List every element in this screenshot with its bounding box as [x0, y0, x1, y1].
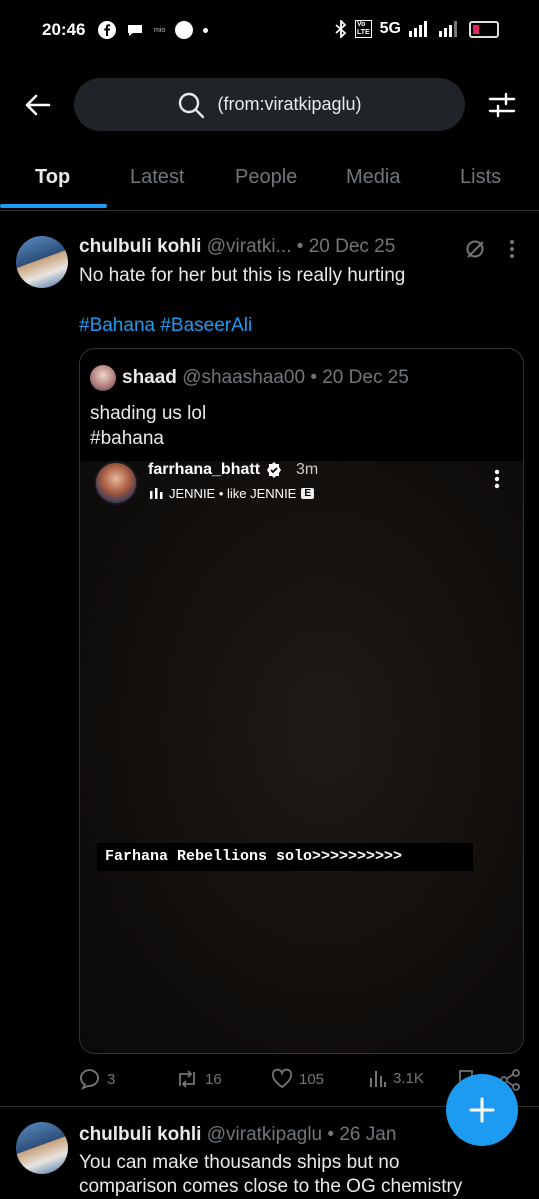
- heart-icon: [271, 1068, 293, 1089]
- notification-icons: mio: [98, 21, 209, 39]
- tweet-text-line: comparison comes close to the OG chemist…: [79, 1176, 463, 1197]
- video-media[interactable]: farrhana_bhatt 3m JENNIE • like JENNIE E…: [80, 461, 523, 1053]
- quoted-hashtag: #bahana: [90, 428, 164, 449]
- app-label: mio: [154, 26, 166, 34]
- tab-media[interactable]: Media: [346, 166, 400, 189]
- search-header: (from:viratkipaglu): [0, 70, 539, 140]
- song-title: JENNIE • like JENNIE: [169, 486, 297, 501]
- story-avatar: [94, 461, 138, 505]
- grok-icon[interactable]: [464, 238, 486, 260]
- like-count: 105: [299, 1070, 325, 1088]
- search-icon: [179, 92, 205, 118]
- avatar: [90, 365, 116, 391]
- volte-icon: Vo LTE: [354, 20, 372, 38]
- handle[interactable]: @viratkipaglu: [207, 1124, 322, 1145]
- quoted-tweet-header: shaad @shaashaa00 • 20 Dec 25: [122, 367, 409, 389]
- record-icon: [175, 21, 194, 39]
- display-name: shaad: [122, 367, 177, 388]
- display-name[interactable]: chulbuli kohli: [79, 1124, 201, 1145]
- avatar[interactable]: [16, 236, 68, 288]
- filter-settings-icon[interactable]: [487, 90, 517, 120]
- explicit-badge: E: [301, 488, 315, 499]
- active-tab-indicator: [0, 204, 107, 208]
- signal-icon: [409, 21, 427, 37]
- repost-count: 16: [205, 1070, 222, 1088]
- audio-bars-icon: [150, 487, 163, 499]
- video-caption: Farhana Rebellions solo>>>>>>>>>>: [97, 843, 473, 871]
- status-bar: 20:46 mio Vo LTE 5G: [0, 0, 539, 62]
- reply-icon: [80, 1069, 99, 1090]
- tweet-date: • 20 Dec 25: [296, 236, 396, 257]
- story-song: JENNIE • like JENNIE E: [150, 486, 315, 501]
- plus-icon: [469, 1097, 495, 1123]
- tweet-text: No hate for her but this is really hurti…: [79, 265, 406, 286]
- repost-button[interactable]: 16: [175, 1068, 222, 1090]
- story-more-icon: [494, 469, 500, 489]
- story-username: farrhana_bhatt: [148, 461, 261, 478]
- handle[interactable]: @viratki...: [207, 236, 292, 257]
- reply-button[interactable]: 3: [79, 1068, 115, 1090]
- quoted-text-line: shading us lol: [90, 403, 207, 424]
- bluetooth-icon: [335, 20, 347, 38]
- search-tabs: Top Latest People Media Lists: [0, 150, 539, 211]
- tweet-header: chulbuli kohli @viratkipaglu • 26 Jan: [79, 1124, 396, 1146]
- views-button[interactable]: 3.1K: [369, 1068, 424, 1088]
- status-time: 20:46: [42, 20, 86, 39]
- views-chart-icon: [370, 1071, 386, 1087]
- tweet-date: • 20 Dec 25: [310, 367, 409, 388]
- signal-icon-2: [439, 21, 457, 37]
- tab-people[interactable]: People: [235, 166, 297, 189]
- network-type: 5G: [379, 20, 401, 37]
- tab-latest[interactable]: Latest: [130, 166, 184, 189]
- tab-lists[interactable]: Lists: [460, 166, 501, 189]
- verified-badge-icon: [267, 462, 282, 478]
- search-query: (from:viratkipaglu): [217, 94, 362, 114]
- more-options-icon[interactable]: [508, 238, 516, 260]
- reply-count: 3: [107, 1070, 116, 1088]
- repost-icon: [179, 1070, 195, 1088]
- facebook-icon: [98, 21, 116, 39]
- chat-bubble-icon: [128, 25, 142, 36]
- handle: @shaashaa00: [182, 367, 306, 388]
- battery-icon: [469, 20, 499, 38]
- tweet-text-line: You can make thousands ships but no: [79, 1152, 400, 1173]
- avatar[interactable]: [16, 1122, 68, 1174]
- display-name[interactable]: chulbuli kohli: [79, 236, 201, 257]
- more-notifications-dot: [203, 27, 209, 33]
- quoted-tweet-text: shading us lol #bahana: [90, 401, 206, 451]
- tweet-header: chulbuli kohli @viratki... • 20 Dec 25: [79, 236, 395, 258]
- tab-top[interactable]: Top: [35, 166, 70, 189]
- tweet-date: • 26 Jan: [327, 1124, 397, 1145]
- tweet-hashtags[interactable]: #Bahana #BaseerAli: [79, 315, 252, 337]
- views-count: 3.1K: [393, 1069, 424, 1087]
- story-time: 3m: [296, 461, 319, 478]
- quoted-tweet[interactable]: shaad @shaashaa00 • 20 Dec 25 shading us…: [79, 348, 524, 1054]
- like-button[interactable]: 105: [271, 1068, 324, 1090]
- compose-button[interactable]: [446, 1074, 518, 1146]
- back-arrow-icon[interactable]: [22, 90, 52, 120]
- search-input[interactable]: (from:viratkipaglu): [74, 78, 465, 131]
- story-user: farrhana_bhatt 3m: [148, 461, 318, 479]
- system-icons: Vo LTE 5G: [335, 20, 499, 38]
